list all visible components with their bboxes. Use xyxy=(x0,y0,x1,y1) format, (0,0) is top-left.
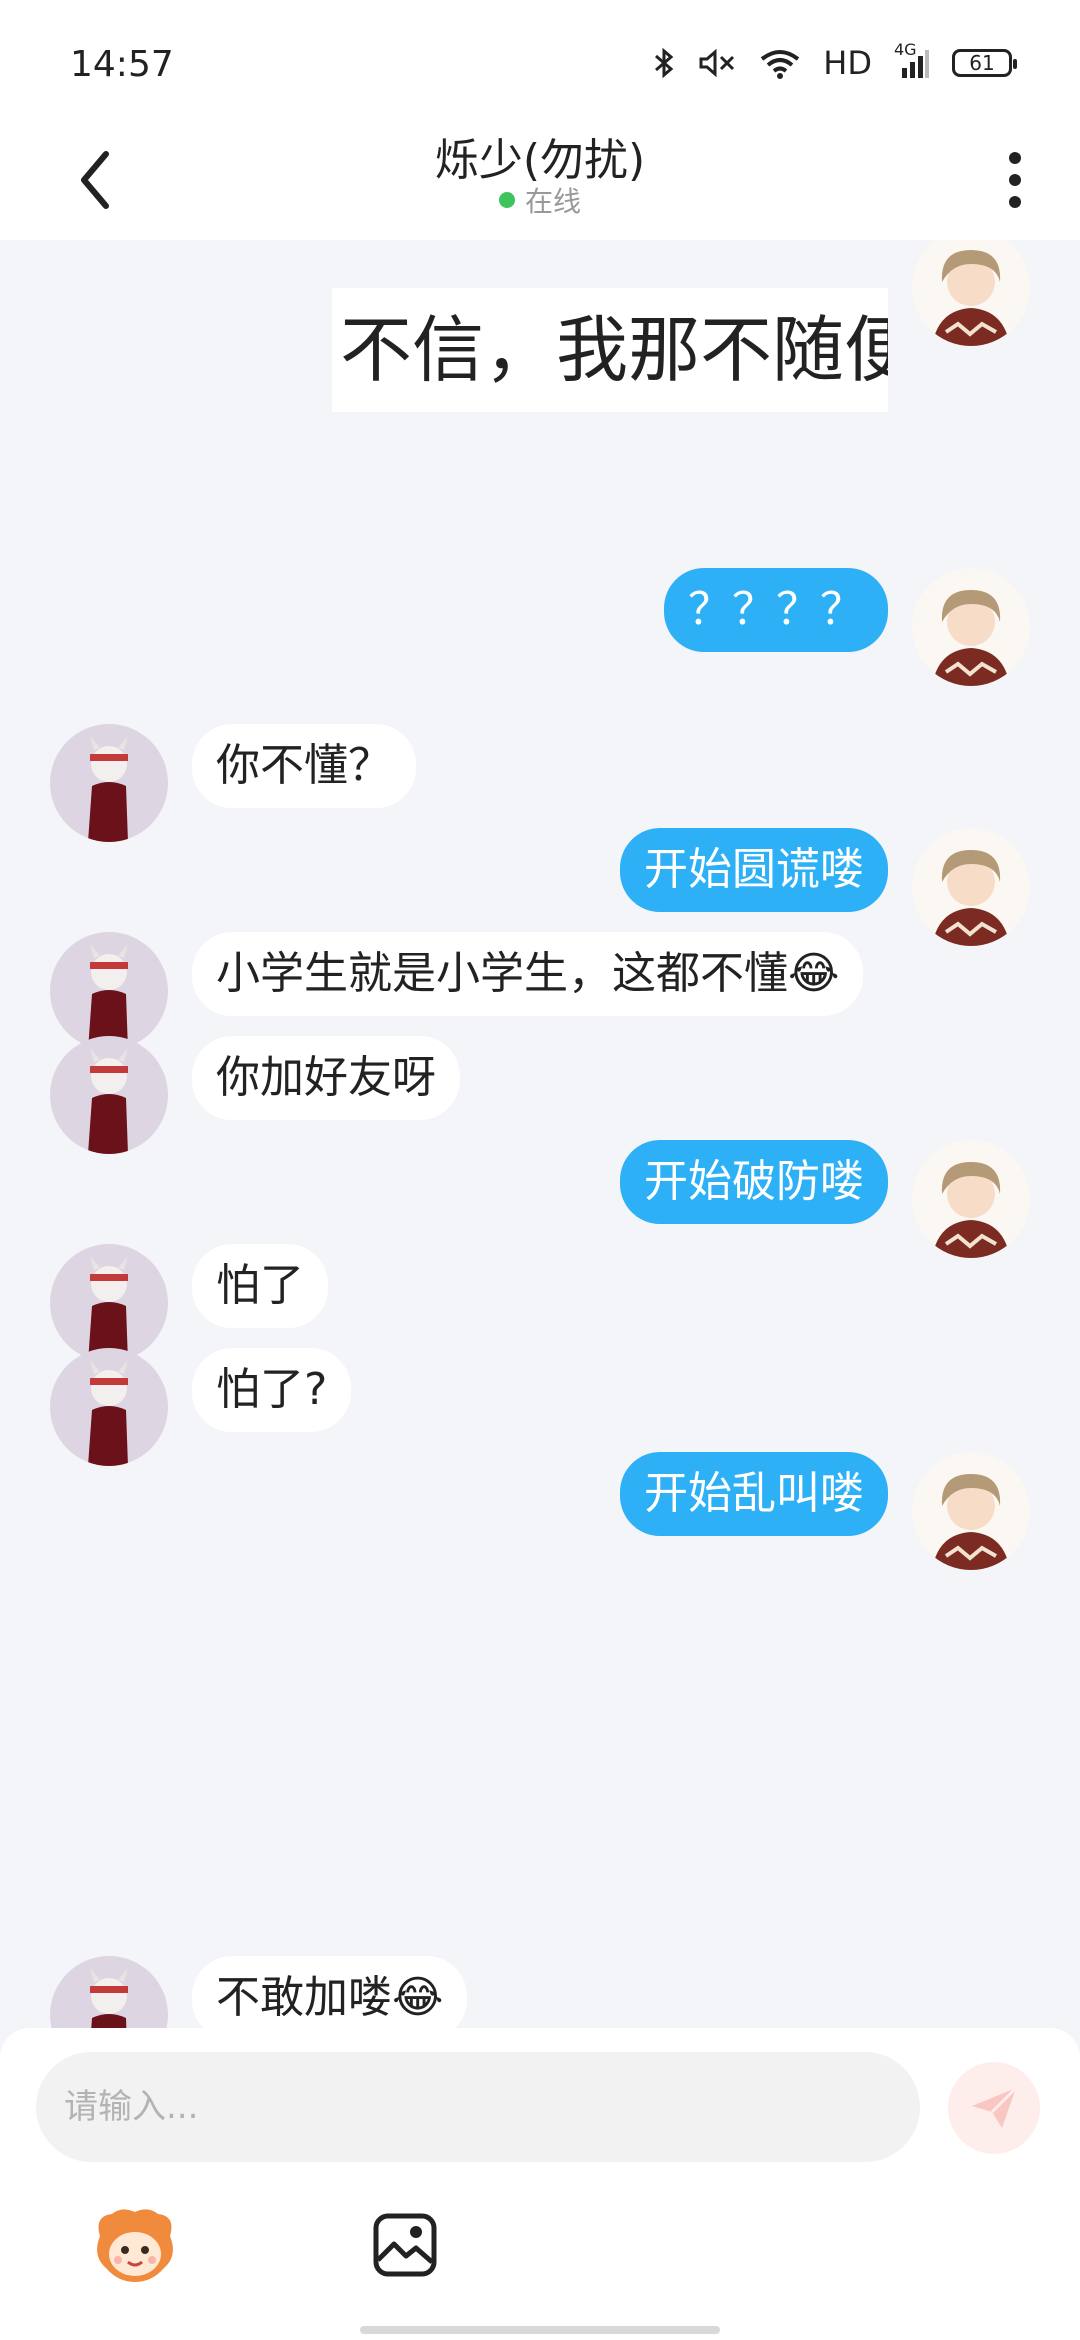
incoming-message[interactable]: 怕了 xyxy=(192,1244,328,1328)
input-panel xyxy=(0,2028,1080,2340)
image-icon xyxy=(373,2213,437,2277)
wifi-icon xyxy=(761,50,800,79)
mascot-button[interactable] xyxy=(92,2206,178,2286)
chat-header: 烁少(勿扰) 在线 xyxy=(0,120,1080,240)
status-bar: 14:57 HD 4G 61 xyxy=(0,0,1080,120)
online-status: 在线 xyxy=(0,180,1080,220)
home-indicator xyxy=(360,2326,720,2334)
my-avatar[interactable] xyxy=(912,240,1030,346)
contact-avatar[interactable] xyxy=(50,1244,168,1362)
outgoing-message[interactable]: 开始乱叫喽 xyxy=(620,1452,888,1536)
contact-avatar[interactable] xyxy=(50,1956,168,2028)
online-status-label: 在线 xyxy=(524,185,581,218)
mascot-icon xyxy=(97,2209,173,2282)
my-avatar[interactable] xyxy=(912,1140,1030,1258)
image-message[interactable]: 不信，我那不随便 xyxy=(332,288,888,412)
status-icons: HD 4G 61 xyxy=(653,40,1017,82)
my-avatar[interactable] xyxy=(912,828,1030,946)
incoming-message[interactable]: 小学生就是小学生，这都不懂😂 xyxy=(192,932,864,1016)
status-time: 14:57 xyxy=(70,44,174,85)
send-button[interactable] xyxy=(948,2062,1040,2154)
send-icon xyxy=(972,2086,1018,2128)
contact-avatar[interactable] xyxy=(50,1036,168,1154)
signal-icon: 4G xyxy=(894,40,930,80)
incoming-message[interactable]: 不敢加喽😂 xyxy=(192,1956,468,2028)
battery-icon: 61 xyxy=(952,49,1017,77)
contact-avatar[interactable] xyxy=(50,724,168,842)
outgoing-message[interactable]: 开始破防喽 xyxy=(620,1140,888,1224)
chat-screen: 14:57 HD 4G 61 烁少(勿扰) 在线 不信，我那不随便 ？？？？ 你… xyxy=(0,0,1080,2340)
contact-name: 烁少(勿扰) xyxy=(434,135,646,186)
incoming-message[interactable]: 怕了? xyxy=(192,1348,352,1432)
more-icon[interactable] xyxy=(1000,144,1030,216)
network-label: HD xyxy=(823,44,872,82)
my-avatar[interactable] xyxy=(912,1452,1030,1570)
contact-avatar[interactable] xyxy=(50,932,168,1050)
incoming-message[interactable]: 你加好友呀 xyxy=(192,1036,460,1120)
online-dot xyxy=(498,192,515,208)
battery-level: 61 xyxy=(969,51,995,75)
my-avatar[interactable] xyxy=(912,568,1030,686)
bluetooth-icon xyxy=(655,47,674,79)
outgoing-message[interactable]: ？？？？ xyxy=(664,568,888,652)
image-message-text: 不信，我那不随便 xyxy=(340,308,888,392)
message-input[interactable] xyxy=(36,2052,920,2162)
message-list[interactable]: 不信，我那不随便 ？？？？ 你不懂？ 开始圆谎喽 小学生就是小学生，这都不懂😂 … xyxy=(0,240,1080,2028)
incoming-message[interactable]: 你不懂？ xyxy=(192,724,416,808)
contact-avatar[interactable] xyxy=(50,1348,168,1466)
image-button[interactable] xyxy=(372,2212,438,2278)
mute-icon xyxy=(699,48,735,78)
outgoing-message[interactable]: 开始圆谎喽 xyxy=(620,828,888,912)
